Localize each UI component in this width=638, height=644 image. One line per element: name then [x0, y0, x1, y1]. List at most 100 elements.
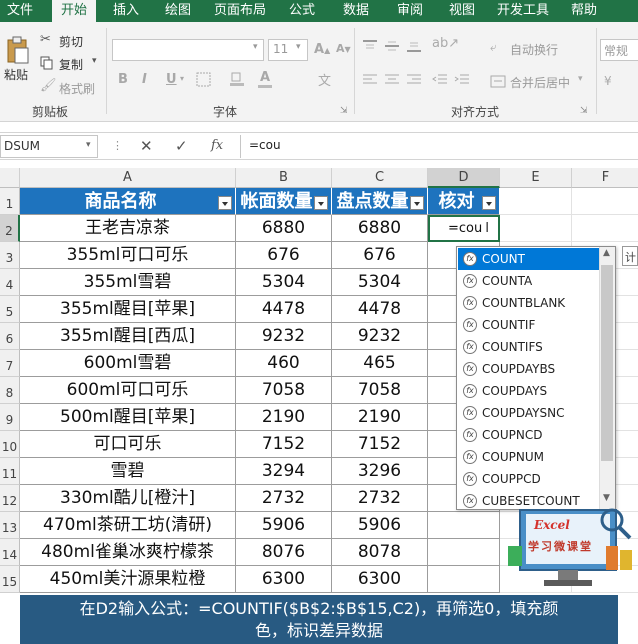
table-cell[interactable] — [428, 512, 500, 539]
cut-button[interactable]: 剪切 — [59, 33, 83, 50]
currency-icon[interactable]: ¥ — [604, 74, 612, 88]
table-cell[interactable]: 5304 — [332, 269, 428, 296]
autocomplete-item[interactable]: fx COUPDAYS — [458, 380, 600, 402]
autocomplete-item[interactable]: fx COUPDAYSNC — [458, 402, 600, 424]
row-header-5[interactable]: 5 — [0, 296, 20, 323]
table-cell[interactable]: 5906 — [332, 512, 428, 539]
row-header-8[interactable]: 8 — [0, 377, 20, 404]
align-middle-icon[interactable] — [384, 38, 400, 57]
table-cell[interactable]: 王老吉凉茶 — [20, 215, 236, 242]
table-cell[interactable]: 330ml酷儿[橙汁] — [20, 485, 236, 512]
filter-dropdown-icon[interactable] — [314, 196, 328, 210]
align-bottom-icon[interactable] — [406, 38, 422, 57]
table-cell[interactable]: 460 — [236, 350, 332, 377]
row-header-9[interactable]: 9 — [0, 404, 20, 431]
increase-indent-icon[interactable] — [454, 72, 470, 91]
row-header-1[interactable]: 1 — [0, 188, 20, 215]
paste-button[interactable]: 粘贴 — [4, 66, 28, 83]
active-cell-D2[interactable]: =cou I — [428, 215, 500, 242]
table-cell[interactable]: 2732 — [332, 485, 428, 512]
fbar-grip-icon[interactable]: ⋮ — [112, 139, 123, 152]
font-name-dropdown[interactable] — [112, 39, 264, 61]
row-header-4[interactable]: 4 — [0, 269, 20, 296]
menu-tab-5[interactable]: 公式 — [280, 0, 324, 22]
row-header-2[interactable]: 2 — [0, 215, 20, 242]
orientation-icon[interactable]: ab↗ — [432, 36, 459, 51]
cancel-formula-icon[interactable]: ✕ — [140, 137, 153, 155]
borders-icon[interactable] — [196, 72, 212, 92]
table-cell[interactable]: 480ml雀巢冰爽柠檬茶 — [20, 539, 236, 566]
table-cell[interactable]: 7058 — [236, 377, 332, 404]
table-cell[interactable]: 500ml醒目[苹果] — [20, 404, 236, 431]
fill-color-icon[interactable] — [228, 70, 246, 92]
table-cell[interactable]: 4478 — [332, 296, 428, 323]
insert-function-icon[interactable]: fx — [211, 138, 223, 153]
row-header-7[interactable]: 7 — [0, 350, 20, 377]
header-cell[interactable]: 核对 — [428, 188, 500, 215]
table-cell[interactable]: 676 — [236, 242, 332, 269]
table-cell[interactable]: 8078 — [332, 539, 428, 566]
table-cell[interactable]: 7152 — [236, 431, 332, 458]
format-painter-button[interactable]: 格式刷 — [59, 80, 95, 97]
scroll-up-icon[interactable]: ▲ — [603, 248, 610, 258]
copy-button[interactable]: 复制 — [59, 56, 83, 73]
autocomplete-item[interactable]: fx COUNTIFS — [458, 336, 600, 358]
italic-button[interactable]: I — [142, 72, 147, 87]
row-header-15[interactable]: 15 — [0, 566, 20, 593]
table-cell[interactable]: 5304 — [236, 269, 332, 296]
empty-cell[interactable] — [500, 188, 572, 215]
table-cell[interactable]: 2732 — [236, 485, 332, 512]
autocomplete-item[interactable]: fx COUPDAYBS — [458, 358, 600, 380]
table-cell[interactable]: 7058 — [332, 377, 428, 404]
row-header-3[interactable]: 3 — [0, 242, 20, 269]
table-cell[interactable]: 355ml可口可乐 — [20, 242, 236, 269]
underline-button[interactable]: U — [166, 72, 177, 87]
autocomplete-scroll-thumb[interactable] — [601, 265, 613, 461]
menu-tab-9[interactable]: 开发工具 — [488, 0, 558, 22]
column-header-C[interactable]: C — [332, 168, 428, 188]
paste-icon[interactable] — [6, 36, 30, 64]
align-left-icon[interactable] — [362, 72, 378, 91]
row-header-6[interactable]: 6 — [0, 323, 20, 350]
table-cell[interactable]: 470ml茶研工坊(清研) — [20, 512, 236, 539]
table-cell[interactable]: 355ml醒目[西瓜] — [20, 323, 236, 350]
scroll-down-icon[interactable]: ▼ — [603, 493, 610, 503]
table-cell[interactable]: 355ml雪碧 — [20, 269, 236, 296]
align-right-icon[interactable] — [406, 72, 422, 91]
menu-tab-0[interactable]: 文件 — [0, 0, 40, 22]
font-color-icon[interactable]: A — [260, 70, 270, 85]
table-cell[interactable] — [428, 566, 500, 593]
table-cell[interactable]: 355ml醒目[苹果] — [20, 296, 236, 323]
autocomplete-item[interactable]: fx COUNTA — [458, 270, 600, 292]
autocomplete-item[interactable]: fx COUPNCD — [458, 424, 600, 446]
underline-dropdown-icon[interactable]: ▾ — [180, 74, 184, 83]
table-cell[interactable]: 6880 — [332, 215, 428, 242]
autocomplete-item[interactable]: fx COUNTIF — [458, 314, 600, 336]
row-header-14[interactable]: 14 — [0, 539, 20, 566]
enter-formula-icon[interactable]: ✓ — [175, 137, 188, 155]
table-cell[interactable]: 7152 — [332, 431, 428, 458]
table-cell[interactable]: 9232 — [236, 323, 332, 350]
empty-cell[interactable] — [500, 215, 572, 242]
autocomplete-item[interactable]: fx COUNTBLANK — [458, 292, 600, 314]
column-header-B[interactable]: B — [236, 168, 332, 188]
table-cell[interactable]: 6300 — [332, 566, 428, 593]
row-header-11[interactable]: 11 — [0, 458, 20, 485]
table-cell[interactable]: 600ml可口可乐 — [20, 377, 236, 404]
table-cell[interactable]: 8076 — [236, 539, 332, 566]
table-cell[interactable]: 3294 — [236, 458, 332, 485]
menu-tab-10[interactable]: 帮助 — [562, 0, 606, 22]
select-all-corner[interactable] — [0, 168, 20, 188]
autocomplete-scrollbar[interactable]: ▲ ▼ — [599, 247, 615, 509]
menu-tab-1[interactable]: 开始 — [52, 0, 96, 22]
table-cell[interactable]: 600ml雪碧 — [20, 350, 236, 377]
table-cell[interactable]: 450ml美汁源果粒橙 — [20, 566, 236, 593]
filter-dropdown-icon[interactable] — [482, 196, 496, 210]
name-box-chevron-icon[interactable]: ▾ — [86, 140, 91, 150]
font-dialog-launcher-icon[interactable]: ⇲ — [340, 106, 348, 116]
formula-input[interactable]: =cou — [240, 135, 638, 158]
decrease-font-icon[interactable]: A▼ — [336, 42, 351, 55]
alignment-dialog-launcher-icon[interactable]: ⇲ — [580, 106, 588, 116]
column-header-A[interactable]: A — [20, 168, 236, 188]
bold-button[interactable]: B — [118, 72, 128, 87]
